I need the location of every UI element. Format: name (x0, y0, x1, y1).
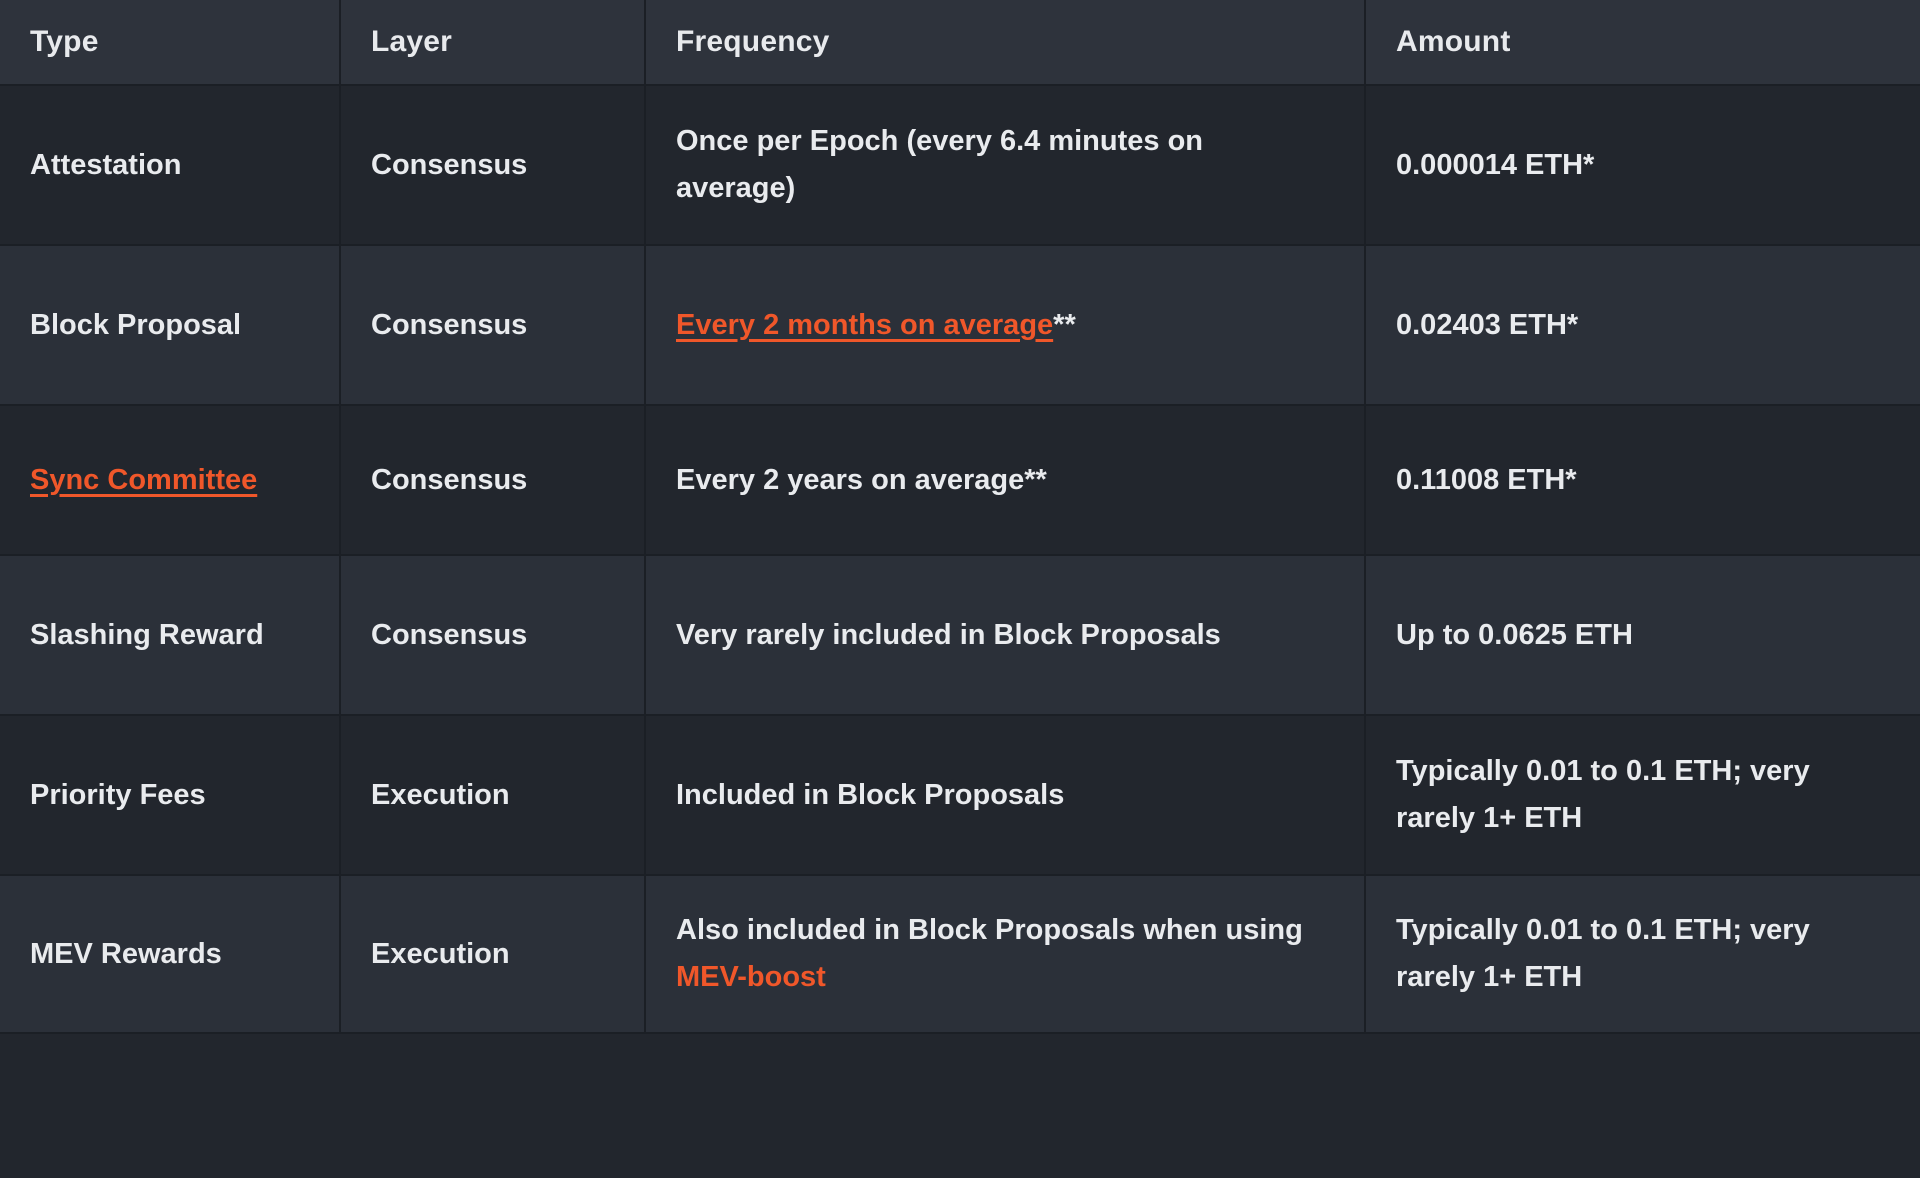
layer-label: Consensus (371, 308, 528, 341)
cell-frequency: Every 2 years on average** (645, 405, 1366, 556)
cell-frequency: Once per Epoch (every 6.4 minutes on ave… (645, 85, 1366, 246)
reward-type-label: Attestation (30, 148, 182, 181)
cell-type: Attestation (0, 85, 341, 246)
frequency-text: Every 2 years on average** (676, 463, 1047, 496)
cell-amount: Typically 0.01 to 0.1 ETH; very rarely 1… (1365, 875, 1920, 1034)
reward-type-label: Priority Fees (30, 778, 206, 811)
reward-type-label: Slashing Reward (30, 618, 264, 651)
layer-label: Consensus (371, 618, 528, 651)
layer-label: Consensus (371, 463, 528, 496)
reward-type-link-sync-committee[interactable]: Sync Committee (30, 464, 257, 496)
frequency-text: Also included in Block Proposals when us… (676, 914, 1303, 947)
cell-type: Block Proposal (0, 245, 341, 406)
column-header-frequency: Frequency (645, 0, 1366, 86)
cell-amount: Typically 0.01 to 0.1 ETH; very rarely 1… (1365, 715, 1920, 876)
amount-text: 0.11008 ETH* (1396, 463, 1577, 496)
cell-amount: 0.000014 ETH* (1365, 85, 1920, 246)
frequency-text: Once per Epoch (every 6.4 minutes on ave… (676, 125, 1203, 204)
cell-layer: Execution (340, 715, 646, 876)
cell-frequency: Very rarely included in Block Proposals (645, 555, 1366, 716)
cell-frequency: Included in Block Proposals (645, 715, 1366, 876)
cell-type: MEV Rewards (0, 875, 341, 1034)
amount-text: Typically 0.01 to 0.1 ETH; very rarely 1… (1396, 914, 1810, 993)
layer-label: Execution (371, 778, 510, 811)
cell-amount: 0.02403 ETH* (1365, 245, 1920, 406)
table-row: Block Proposal Consensus Every 2 months … (0, 245, 1920, 406)
table-row: Attestation Consensus Once per Epoch (ev… (0, 85, 1920, 246)
amount-text: 0.02403 ETH* (1396, 308, 1579, 341)
cell-amount: 0.11008 ETH* (1365, 405, 1920, 556)
reward-type-label: Block Proposal (30, 308, 242, 341)
cell-layer: Consensus (340, 85, 646, 246)
table-row: Slashing Reward Consensus Very rarely in… (0, 555, 1920, 716)
table-row: Priority Fees Execution Included in Bloc… (0, 715, 1920, 876)
cell-type: Priority Fees (0, 715, 341, 876)
cell-amount: Up to 0.0625 ETH (1365, 555, 1920, 716)
table-row: Sync Committee Consensus Every 2 years o… (0, 405, 1920, 556)
cell-type: Slashing Reward (0, 555, 341, 716)
table-header: Type Layer Frequency Amount (0, 0, 1920, 86)
cell-frequency: Also included in Block Proposals when us… (645, 875, 1366, 1034)
table-row: MEV Rewards Execution Also included in B… (0, 875, 1920, 1034)
cell-frequency: Every 2 months on average** (645, 245, 1366, 406)
layer-label: Consensus (371, 148, 528, 181)
layer-label: Execution (371, 937, 510, 970)
table-body: Attestation Consensus Once per Epoch (ev… (0, 85, 1920, 1034)
cell-layer: Execution (340, 875, 646, 1034)
table-header-row: Type Layer Frequency Amount (0, 0, 1920, 86)
cell-layer: Consensus (340, 555, 646, 716)
amount-text: 0.000014 ETH* (1396, 148, 1595, 181)
column-header-amount: Amount (1365, 0, 1920, 86)
column-header-layer: Layer (340, 0, 646, 86)
cell-layer: Consensus (340, 245, 646, 406)
frequency-link-mev-boost[interactable]: MEV-boost (676, 961, 826, 993)
frequency-text: Very rarely included in Block Proposals (676, 618, 1221, 651)
cell-type: Sync Committee (0, 405, 341, 556)
amount-text: Up to 0.0625 ETH (1396, 618, 1633, 651)
footnote-marker: ** (1053, 308, 1076, 341)
frequency-link-block-proposal[interactable]: Every 2 months on average (676, 309, 1053, 341)
column-header-type: Type (0, 0, 341, 86)
amount-text: Typically 0.01 to 0.1 ETH; very rarely 1… (1396, 755, 1810, 834)
frequency-text: Included in Block Proposals (676, 778, 1065, 811)
cell-layer: Consensus (340, 405, 646, 556)
reward-type-label: MEV Rewards (30, 937, 222, 970)
validator-rewards-table: Type Layer Frequency Amount Attestation … (0, 0, 1920, 1034)
